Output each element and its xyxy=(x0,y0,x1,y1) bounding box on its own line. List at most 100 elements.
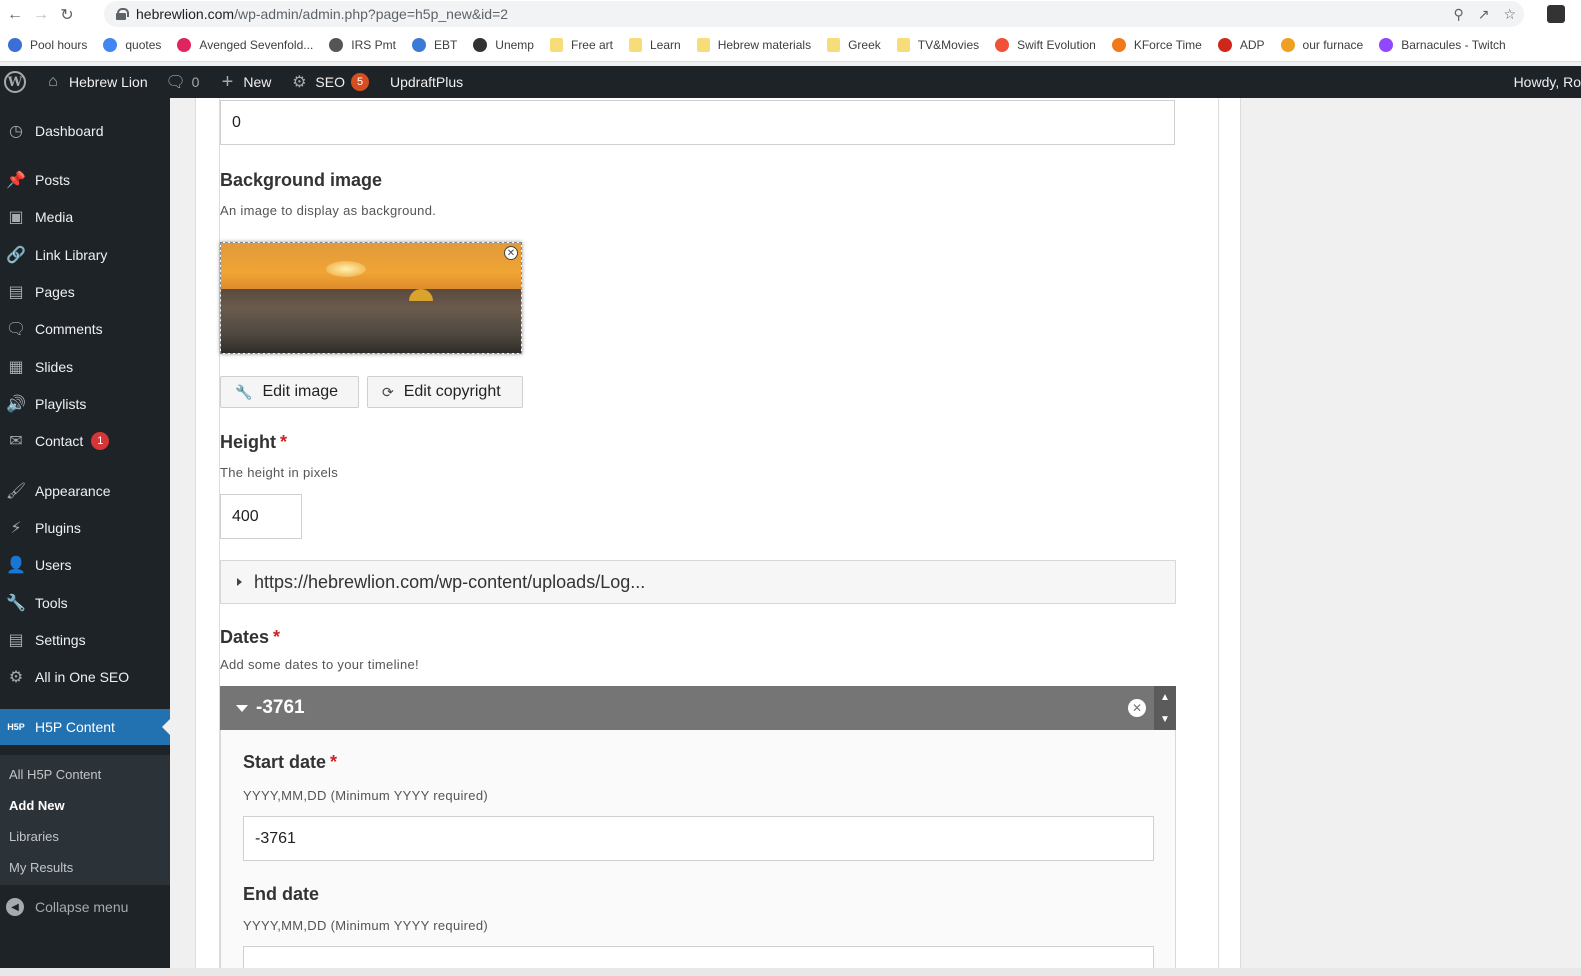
sidebar-item-link-library[interactable]: 🔗 Link Library xyxy=(0,237,170,273)
move-down-icon[interactable]: ▼ xyxy=(1160,714,1170,725)
sidebar-item-plugins[interactable]: ⚡ Plugins xyxy=(0,510,170,546)
background-image-thumbnail[interactable]: ✕ xyxy=(220,242,522,354)
my-account-menu[interactable]: Howdy, Ro xyxy=(1514,66,1581,98)
updraftplus-menu[interactable]: UpdraftPlus xyxy=(378,66,472,98)
sidebar-item-label: Comments xyxy=(35,321,103,337)
sidebar-item-media[interactable]: ▣ Media xyxy=(0,199,170,235)
share-icon[interactable]: ↗ xyxy=(1478,6,1490,23)
seo-menu[interactable]: ⚙ SEO 5 xyxy=(280,66,378,98)
wrench-icon: 🔧 xyxy=(6,595,26,612)
forward-arrow-icon[interactable]: → xyxy=(28,2,54,28)
remove-image-icon[interactable]: ✕ xyxy=(504,246,518,260)
wp-logo-menu[interactable]: W xyxy=(0,66,34,98)
dashboard-icon: ◷ xyxy=(9,123,23,140)
sidebar-item-contact[interactable]: ✉ Contact 1 xyxy=(0,423,170,459)
extension-icon[interactable] xyxy=(1547,5,1565,23)
bookmark-label: IRS Pmt xyxy=(351,38,396,52)
sidebar-item-tools[interactable]: 🔧 Tools xyxy=(0,585,170,621)
star-icon[interactable]: ☆ xyxy=(1503,6,1516,23)
new-content-menu[interactable]: + New xyxy=(208,66,280,98)
sidebar-item-settings[interactable]: ▤ Settings xyxy=(0,622,170,658)
zoom-icon[interactable]: ⚲ xyxy=(1453,6,1463,23)
bookmark-item[interactable]: Barnacules - Twitch xyxy=(1379,38,1506,52)
url-text: hebrewlion.com/wp-admin/admin.php?page=h… xyxy=(136,6,509,22)
bookmark-label: Unemp xyxy=(495,38,534,52)
sidebar-item-h5p-content[interactable]: H5P H5P Content xyxy=(0,709,170,745)
h5p-editor-form: 0 Background image An image to display a… xyxy=(219,98,1219,976)
kforce-icon xyxy=(1111,38,1126,52)
wrench-icon: 🔧 xyxy=(235,383,253,400)
start-date-input[interactable]: -3761 xyxy=(243,816,1154,861)
url-collapsible[interactable]: https://hebrewlion.com/wp-content/upload… xyxy=(220,560,1176,604)
user-icon: 👤 xyxy=(6,557,26,574)
sidebar-item-label: Playlists xyxy=(35,396,87,412)
bookmark-item[interactable]: ADP xyxy=(1217,38,1265,52)
sidebar-item-label: Settings xyxy=(35,632,86,648)
bookmark-label: Free art xyxy=(570,38,613,52)
sidebar-item-posts[interactable]: 📌 Posts xyxy=(0,162,170,198)
sidebar-item-appearance[interactable]: 🖌 Appearance xyxy=(0,473,170,509)
sidebar-item-comments[interactable]: 🗨 Comments xyxy=(0,311,170,347)
sidebar-item-dashboard[interactable]: ◷ Dashboard xyxy=(0,113,170,149)
site-name-menu[interactable]: ⌂ Hebrew Lion xyxy=(34,66,157,98)
seo-label: SEO xyxy=(315,74,345,90)
bookmark-item[interactable]: Learn xyxy=(629,38,681,52)
bookmark-item[interactable]: KForce Time xyxy=(1111,38,1202,52)
submenu-libraries[interactable]: Libraries xyxy=(9,829,59,844)
submenu-add-new[interactable]: Add New xyxy=(9,798,65,813)
comments-count: 0 xyxy=(191,74,200,90)
brush-icon: 🖌 xyxy=(5,483,27,500)
comments-menu[interactable]: 🗨 0 xyxy=(157,66,209,98)
reload-icon[interactable]: ↻ xyxy=(54,2,80,28)
sidebar-item-slides[interactable]: ▦ Slides xyxy=(0,349,170,385)
address-bar[interactable]: hebrewlion.com/wp-admin/admin.php?page=h… xyxy=(104,1,1524,27)
pinwheel-icon xyxy=(8,38,22,52)
date-entry-header[interactable]: -3761 ✕ ▲ ▼ xyxy=(220,686,1176,730)
bookmarks-bar: Pool hours quotes Avenged Sevenfold... IRS … xyxy=(0,29,1581,62)
height-description: The height in pixels xyxy=(220,465,339,480)
sidebar-item-label: Media xyxy=(35,209,74,225)
bookmark-item[interactable]: Free art xyxy=(549,38,613,52)
howdy-text: Howdy, Ro xyxy=(1513,74,1581,90)
bookmark-item[interactable]: our furnace xyxy=(1280,38,1363,52)
height-input[interactable]: 400 xyxy=(220,494,302,539)
date-entry-title: -3761 xyxy=(256,697,305,718)
bookmark-item[interactable]: Swift Evolution xyxy=(995,38,1096,52)
back-arrow-icon[interactable]: ← xyxy=(2,2,28,28)
sidebar-item-label: All in One SEO xyxy=(35,669,130,685)
bookmark-item[interactable]: Pool hours xyxy=(8,38,87,52)
background-image-label: Background image xyxy=(220,170,383,190)
sidebar-item-label: Posts xyxy=(35,172,71,188)
submenu-all-h5p[interactable]: All H5P Content xyxy=(9,767,101,782)
collapse-triangle-icon xyxy=(236,704,248,712)
bookmark-item[interactable]: Avenged Sevenfold... xyxy=(177,38,313,52)
horizontal-scrollbar[interactable] xyxy=(0,968,1581,976)
bookmark-item[interactable]: quotes xyxy=(103,38,161,52)
dates-label: Dates * xyxy=(220,627,281,647)
sidebar-item-users[interactable]: 👤 Users xyxy=(0,547,170,583)
browser-toolbar: ← → ↻ hebrewlion.com/wp-admin/admin.php?… xyxy=(0,0,1581,29)
sidebar-item-all-in-one-seo[interactable]: ⚙ All in One SEO xyxy=(0,659,170,695)
bookmark-item[interactable]: Hebrew materials xyxy=(696,38,811,52)
edit-copyright-button[interactable]: ⟳ Edit copyright xyxy=(367,376,523,408)
folder-icon xyxy=(896,38,910,52)
sidebar-item-pages[interactable]: ▤ Pages xyxy=(0,274,170,310)
bookmark-item[interactable]: Greek xyxy=(827,38,881,52)
sidebar-item-label: Appearance xyxy=(35,483,111,499)
bookmark-item[interactable]: TV&Movies xyxy=(896,38,979,52)
move-up-icon[interactable]: ▲ xyxy=(1160,692,1170,703)
number-field[interactable]: 0 xyxy=(220,100,1175,145)
bookmark-label: ADP xyxy=(1239,38,1265,52)
sidebar-item-playlists[interactable]: 🔊 Playlists xyxy=(0,386,170,422)
settings-icon: ▤ xyxy=(8,632,24,649)
background-image-description: An image to display as background. xyxy=(220,203,437,218)
bookmark-item[interactable]: Unemp xyxy=(473,38,534,52)
plus-icon: + xyxy=(221,70,234,93)
submenu-my-results[interactable]: My Results xyxy=(9,860,73,875)
edit-image-button[interactable]: 🔧 Edit image xyxy=(220,376,359,408)
collapse-menu-button[interactable]: ◀ Collapse menu xyxy=(0,890,170,924)
expand-triangle-icon xyxy=(237,578,242,586)
bookmark-item[interactable]: IRS Pmt xyxy=(329,38,396,52)
remove-date-icon[interactable]: ✕ xyxy=(1128,699,1146,717)
bookmark-item[interactable]: EBT xyxy=(411,38,457,52)
